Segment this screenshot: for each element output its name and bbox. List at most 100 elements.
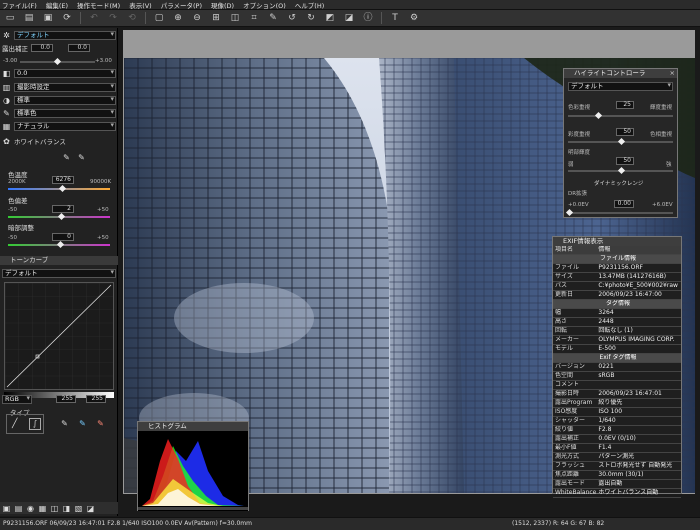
color-dropdown[interactable]: 標準色 <box>14 108 116 118</box>
dr-slider-thumb[interactable] <box>565 208 574 217</box>
contrast-icon: ◧ <box>2 68 11 78</box>
row2-slider-thumb[interactable] <box>617 137 626 146</box>
browse-icon[interactable]: ▤ <box>23 13 35 24</box>
exif-table-body: ファイル情報 ファイル P9231156.ORF サイズ 13.47MB (141276… <box>553 254 681 498</box>
preset-dropdown[interactable]: デフォルト <box>14 30 116 40</box>
wb-picker-icon[interactable]: ✎ <box>62 153 71 162</box>
panel-tool-2-icon[interactable]: ▤ <box>14 504 23 513</box>
exif-key: 幅 <box>553 308 597 318</box>
shadow-icon[interactable]: ◪ <box>343 13 355 24</box>
exif-row: コメント <box>553 380 681 390</box>
curve-picker-icon[interactable]: ✎ <box>60 419 69 428</box>
histogram-header[interactable]: ヒストグラム <box>138 422 248 431</box>
exif-value: 露出自動 <box>596 479 681 489</box>
exif-key: シャッター <box>553 416 597 426</box>
highlight-header[interactable]: ハイライトコントローラ × <box>564 69 677 78</box>
exif-row: 高さ 2448 <box>553 317 681 327</box>
zoom-in-icon[interactable]: ⊕ <box>172 13 184 24</box>
menu-parameter[interactable]: パラメータ(P) <box>161 0 202 10</box>
exposure-input[interactable]: 0.0 <box>31 44 53 52</box>
standard-dropdown[interactable]: 標準 <box>14 95 116 105</box>
exif-header[interactable]: EXIF情報表示 <box>553 237 681 246</box>
exif-value: C:¥photo¥E_500¥002¥raw <box>596 281 681 291</box>
reset-icon[interactable]: ⟲ <box>126 13 138 24</box>
panel-tool-8-icon[interactable]: ◪ <box>86 504 95 513</box>
exposure-slider-thumb[interactable] <box>53 57 62 66</box>
curve-picker-black-icon[interactable]: ✎ <box>78 419 87 428</box>
eyedropper-icon[interactable]: ✎ <box>267 13 279 24</box>
tone-input-1[interactable]: 255 <box>56 395 76 403</box>
fine-input[interactable]: 0 <box>52 233 74 241</box>
save-icon[interactable]: ▣ <box>42 13 54 24</box>
panel-tool-6-icon[interactable]: ◨ <box>62 504 71 513</box>
row1-slider[interactable] <box>568 115 673 117</box>
menu-help[interactable]: ヘルプ(H) <box>295 0 324 10</box>
tone-curve-graph[interactable] <box>4 282 114 390</box>
exif-value: 0.0EV (0/10) <box>596 434 681 444</box>
exif-section-row: タグ情報 <box>553 299 681 309</box>
tone-curve-preset-dropdown[interactable]: デフォルト <box>2 268 116 278</box>
exif-key: バージョン <box>553 362 597 372</box>
exposure-max: +3.00 <box>95 58 112 64</box>
tint-slider-thumb[interactable] <box>57 212 66 221</box>
natural-dropdown[interactable]: ナチュラル <box>14 121 116 131</box>
wb-tools: ✎ ✎ <box>2 152 116 162</box>
rotate-left-icon[interactable]: ↺ <box>286 13 298 24</box>
dr-input[interactable]: 0.00 <box>614 200 634 208</box>
exif-row: 最小F値 F1.4 <box>553 443 681 453</box>
panel-tool-4-icon[interactable]: ▦ <box>38 504 47 513</box>
menu-mode[interactable]: 操作モード(M) <box>77 0 120 10</box>
menu-file[interactable]: ファイル(F) <box>2 0 37 10</box>
exif-row: 回転 回転なし (1) <box>553 326 681 336</box>
shooting-dropdown[interactable]: 撮影時設定 <box>14 82 116 92</box>
info-icon[interactable]: ⓘ <box>362 13 374 24</box>
redo-icon[interactable]: ↷ <box>107 13 119 24</box>
highlight-icon[interactable]: ◩ <box>324 13 336 24</box>
row3-slider-thumb[interactable] <box>617 166 626 175</box>
open-folder-icon[interactable]: ▭ <box>4 13 16 24</box>
rotate-right-icon[interactable]: ↻ <box>305 13 317 24</box>
menu-option[interactable]: オプション(O) <box>243 0 286 10</box>
exif-row: 色空間 sRGB <box>553 371 681 381</box>
batch-icon[interactable]: ⟳ <box>61 13 73 24</box>
spline-curve-icon[interactable]: ∫ <box>29 418 41 430</box>
text-icon[interactable]: T <box>389 13 401 24</box>
row2-input[interactable]: 50 <box>616 128 634 136</box>
row3-input[interactable]: 50 <box>616 157 634 165</box>
grid-icon[interactable]: ⊞ <box>210 13 222 24</box>
tint-input[interactable]: 2 <box>52 205 74 213</box>
highlight-preset-dropdown[interactable]: デフォルト <box>568 82 673 91</box>
panel-tool-1-icon[interactable]: ▣ <box>2 504 11 513</box>
panel-tool-3-icon[interactable]: ◉ <box>26 504 35 513</box>
fine-slider-thumb[interactable] <box>56 240 65 249</box>
close-icon[interactable]: × <box>670 69 675 78</box>
exif-key: ファイル <box>553 263 597 273</box>
menu-develop[interactable]: 現像(D) <box>211 0 234 10</box>
row1-input[interactable]: 25 <box>616 101 634 109</box>
menu-edit[interactable]: 編集(E) <box>46 0 68 10</box>
settings-icon[interactable]: ⚙ <box>408 13 420 24</box>
exif-key: 測光方式 <box>553 452 597 462</box>
linear-curve-icon[interactable]: ╱ <box>12 419 17 429</box>
contrast-dropdown[interactable]: 0.0 <box>14 68 116 78</box>
tone-input-2[interactable]: 255 <box>86 395 106 403</box>
exif-key: 絞り値 <box>553 425 597 435</box>
crop-icon[interactable]: ⌗ <box>248 13 260 24</box>
exif-row: パス C:¥photo¥E_500¥002¥raw <box>553 281 681 291</box>
dr-slider[interactable] <box>568 212 673 214</box>
zoom-out-icon[interactable]: ⊖ <box>191 13 203 24</box>
panel-tool-5-icon[interactable]: ◫ <box>50 504 59 513</box>
exif-row: ISO感度 ISO 100 <box>553 407 681 417</box>
compare-icon[interactable]: ◫ <box>229 13 241 24</box>
curve-picker-white-icon[interactable]: ✎ <box>96 419 105 428</box>
row1-slider-thumb[interactable] <box>594 111 603 120</box>
wb-picker2-icon[interactable]: ✎ <box>77 153 86 162</box>
undo-icon[interactable]: ↶ <box>88 13 100 24</box>
exposure-input-2[interactable]: 0.0 <box>68 44 90 52</box>
panel-tool-7-icon[interactable]: ▧ <box>74 504 83 513</box>
menu-view[interactable]: 表示(V) <box>129 0 152 10</box>
temp-input[interactable]: 6276 <box>52 176 74 184</box>
fit-icon[interactable]: ▢ <box>153 13 165 24</box>
temp-slider-thumb[interactable] <box>58 184 67 193</box>
channel-dropdown[interactable]: RGB <box>2 394 32 404</box>
